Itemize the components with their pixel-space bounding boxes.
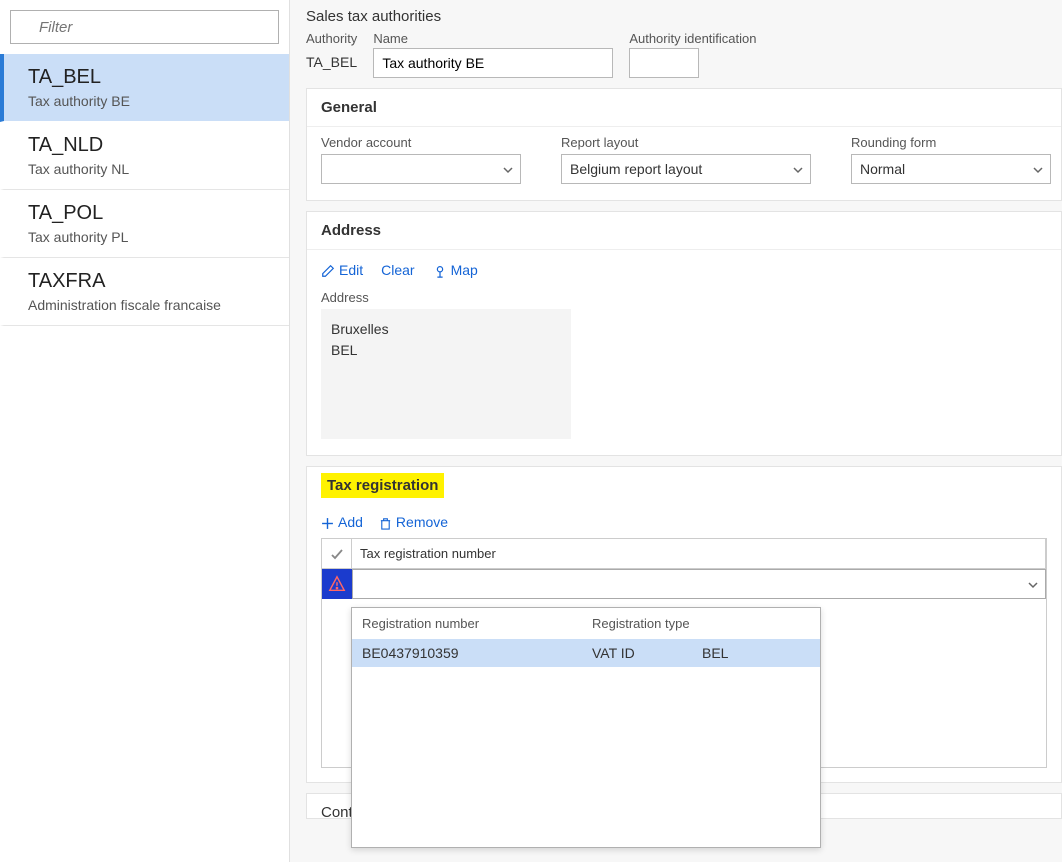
list-item-taxfra[interactable]: TAXFRA Administration fiscale francaise <box>0 258 289 326</box>
main: Sales tax authorities Authority TA_BEL N… <box>290 0 1062 862</box>
name-label: Name <box>373 31 613 46</box>
rounding-field: Rounding form Normal <box>851 135 1051 184</box>
address-header[interactable]: Address <box>307 212 1061 250</box>
tax-number-input[interactable] <box>353 570 1021 598</box>
tax-header-label: Tax registration <box>321 473 444 498</box>
address-panel: Address Edit Clear Map <box>306 211 1062 456</box>
edit-link[interactable]: Edit <box>321 262 363 278</box>
general-panel: General Vendor account Report layout Bel… <box>306 88 1062 201</box>
clear-link[interactable]: Clear <box>381 262 414 278</box>
authid-field: Authority identification <box>629 31 756 78</box>
dropdown-cell-regnum: BE0437910359 <box>362 645 592 661</box>
list-item-desc: Tax authority BE <box>28 93 273 109</box>
report-select[interactable]: Belgium report layout <box>561 154 811 184</box>
warning-icon <box>322 569 352 599</box>
report-value: Belgium report layout <box>570 161 702 177</box>
list-item-ta-nld[interactable]: TA_NLD Tax authority NL <box>0 122 289 190</box>
vendor-field: Vendor account <box>321 135 521 184</box>
list-item-desc: Tax authority PL <box>28 229 273 245</box>
name-input[interactable] <box>373 48 613 78</box>
chevron-down-icon <box>1032 161 1044 177</box>
tax-number-cell[interactable] <box>352 569 1046 599</box>
page-title: Sales tax authorities <box>306 0 1062 31</box>
filter-input[interactable] <box>10 10 279 44</box>
list-item-code: TA_NLD <box>28 134 273 157</box>
list-item-desc: Tax authority NL <box>28 161 273 177</box>
pencil-icon <box>321 262 335 278</box>
remove-button[interactable]: Remove <box>379 514 448 530</box>
address-box: Bruxelles BEL <box>321 309 571 439</box>
plus-icon <box>321 514 334 530</box>
vendor-label: Vendor account <box>321 135 521 150</box>
add-button[interactable]: Add <box>321 514 363 530</box>
address-label: Address <box>321 290 1047 305</box>
list-item-desc: Administration fiscale francaise <box>28 297 273 313</box>
authority-list: TA_BEL Tax authority BE TA_NLD Tax autho… <box>0 54 289 326</box>
map-label: Map <box>451 262 478 278</box>
dropdown-row[interactable]: BE0437910359 VAT ID BEL <box>352 639 820 667</box>
tax-header[interactable]: Tax registration <box>307 467 458 504</box>
name-field: Name <box>373 31 613 78</box>
authid-label: Authority identification <box>629 31 756 46</box>
peek-title: Cont <box>321 804 353 819</box>
report-label: Report layout <box>561 135 811 150</box>
dropdown-col-regtype: Registration type <box>592 616 702 631</box>
authority-label: Authority <box>306 31 357 46</box>
rounding-value: Normal <box>860 161 905 177</box>
general-header[interactable]: General <box>307 89 1061 127</box>
grid-row <box>322 569 1046 599</box>
tax-toolbar: Add Remove <box>307 504 1061 538</box>
rounding-label: Rounding form <box>851 135 1051 150</box>
tax-number-dropdown: Registration number Registration type BE… <box>351 607 821 848</box>
column-header-tax-number[interactable]: Tax registration number <box>352 539 1046 568</box>
list-item-code: TA_POL <box>28 202 273 225</box>
remove-label: Remove <box>396 514 448 530</box>
list-item-ta-pol[interactable]: TA_POL Tax authority PL <box>0 190 289 258</box>
map-pin-icon <box>433 262 447 278</box>
edit-label: Edit <box>339 262 363 278</box>
trash-icon <box>379 514 392 530</box>
chevron-down-icon <box>792 161 804 177</box>
authority-value: TA_BEL <box>306 48 357 76</box>
header-fields: Authority TA_BEL Name Authority identifi… <box>306 31 1062 78</box>
add-label: Add <box>338 514 363 530</box>
grid-header: Tax registration number <box>322 539 1046 569</box>
sidebar: TA_BEL Tax authority BE TA_NLD Tax autho… <box>0 0 290 862</box>
report-field: Report layout Belgium report layout <box>561 135 811 184</box>
list-item-code: TA_BEL <box>28 66 273 89</box>
list-item-ta-bel[interactable]: TA_BEL Tax authority BE <box>0 54 289 122</box>
dropdown-col-country <box>702 616 810 631</box>
clear-label: Clear <box>381 262 414 278</box>
dropdown-col-regnum: Registration number <box>362 616 592 631</box>
dropdown-header: Registration number Registration type <box>352 608 820 639</box>
chevron-down-icon[interactable] <box>1021 577 1045 592</box>
map-link[interactable]: Map <box>433 262 478 278</box>
dropdown-cell-country: BEL <box>702 645 810 661</box>
authority-field: Authority TA_BEL <box>306 31 357 78</box>
filter-wrap <box>0 0 289 54</box>
tax-registration-panel: Tax registration Add Remove Tax re <box>306 466 1062 783</box>
select-all-checkbox[interactable] <box>322 539 352 568</box>
address-toolbar: Edit Clear Map <box>321 258 1047 290</box>
dropdown-cell-regtype: VAT ID <box>592 645 702 661</box>
chevron-down-icon <box>502 161 514 177</box>
authid-input[interactable] <box>629 48 699 78</box>
dropdown-body <box>352 667 820 847</box>
list-item-code: TAXFRA <box>28 270 273 293</box>
rounding-select[interactable]: Normal <box>851 154 1051 184</box>
vendor-select[interactable] <box>321 154 521 184</box>
